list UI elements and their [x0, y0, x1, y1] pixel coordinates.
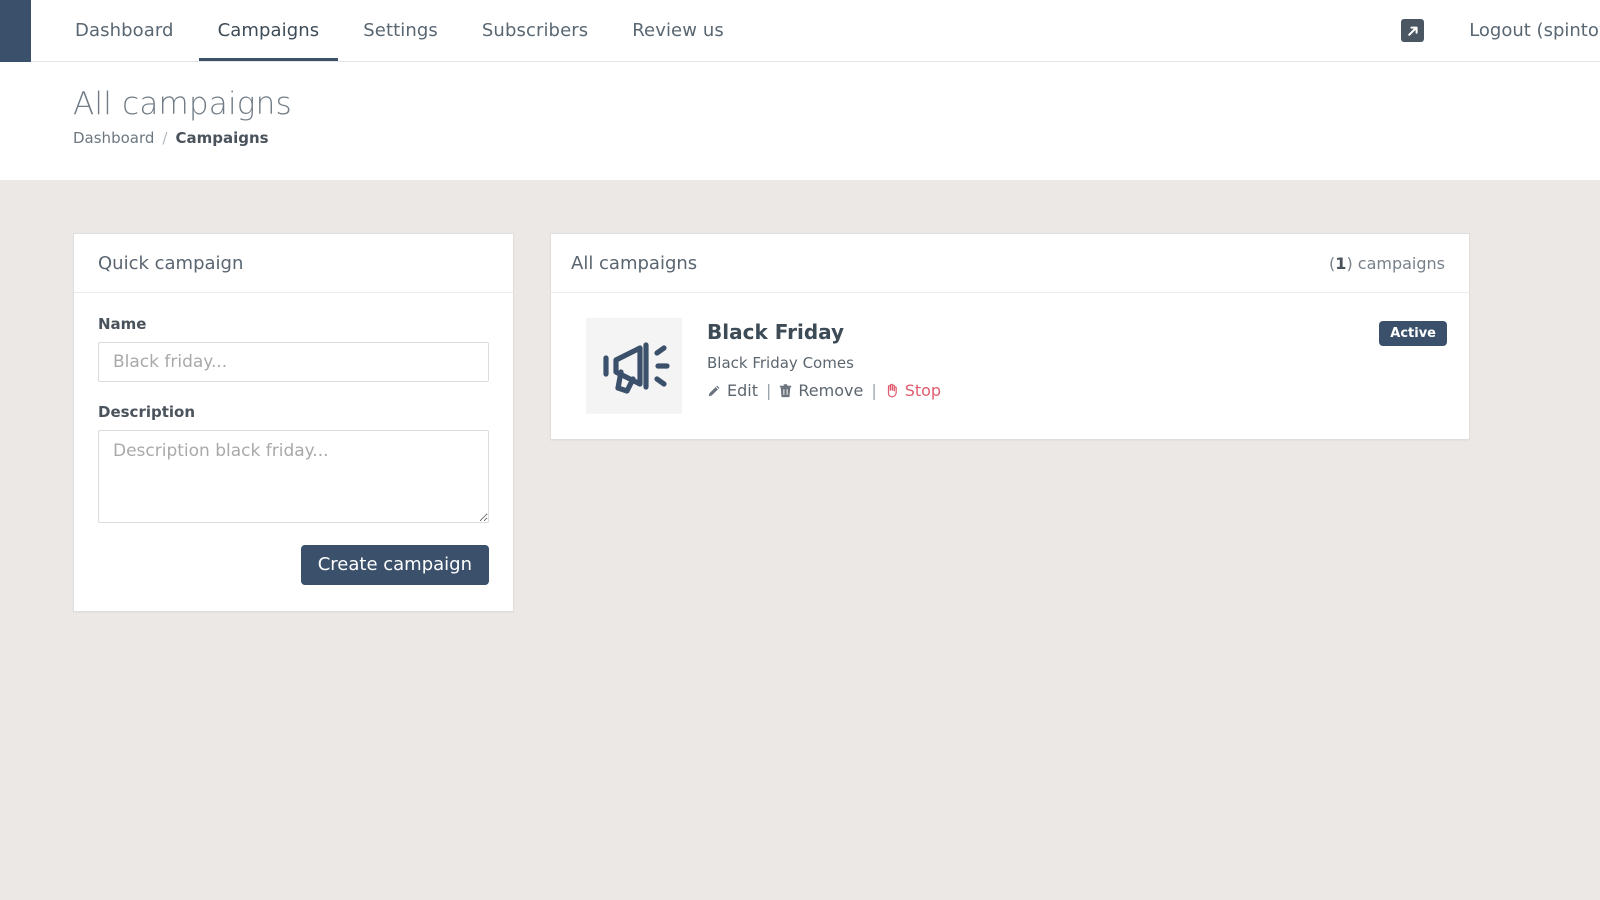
nav-tab-campaigns[interactable]: Campaigns — [196, 0, 342, 61]
page-header: All campaigns Dashboard / Campaigns — [0, 62, 1600, 180]
brand-logo-block — [0, 0, 31, 62]
megaphone-icon — [586, 318, 682, 414]
top-navigation-bar: Dashboard Campaigns Settings Subscribers… — [0, 0, 1600, 62]
campaign-list-item[interactable]: Black Friday Black Friday Comes Edit | R… — [551, 293, 1469, 439]
nav-tab-label: Settings — [363, 20, 438, 41]
nav-tab-settings[interactable]: Settings — [341, 0, 460, 61]
nav-tab-label: Subscribers — [481, 20, 589, 41]
name-field-label: Name — [98, 315, 147, 333]
campaign-count-label: (1) campaigns — [1329, 254, 1445, 273]
remove-campaign-link[interactable]: Remove — [779, 381, 863, 400]
breadcrumb-separator: / — [162, 129, 168, 147]
stop-campaign-link[interactable]: Stop — [885, 381, 941, 400]
external-link-icon[interactable] — [1401, 19, 1425, 42]
all-campaigns-card-header: All campaigns (1) campaigns — [551, 234, 1469, 293]
campaign-count-suffix: ) campaigns — [1346, 254, 1445, 273]
campaign-info: Black Friday Black Friday Comes Edit | R… — [707, 318, 1354, 400]
breadcrumb-item-dashboard[interactable]: Dashboard — [73, 129, 154, 147]
page-title: All campaigns — [73, 86, 292, 122]
stop-campaign-label: Stop — [904, 381, 942, 400]
quick-campaign-title: Quick campaign — [98, 253, 244, 274]
quick-campaign-card-header: Quick campaign — [74, 234, 513, 293]
edit-campaign-link[interactable]: Edit — [707, 381, 758, 400]
main-content-area: Quick campaign Name Description Create c… — [0, 180, 1600, 900]
nav-tab-review-us[interactable]: Review us — [610, 0, 746, 61]
campaign-name: Black Friday — [707, 320, 845, 344]
breadcrumb: Dashboard / Campaigns — [73, 129, 1600, 147]
campaign-name-input[interactable] — [98, 342, 489, 382]
nav-tab-dashboard[interactable]: Dashboard — [53, 0, 196, 61]
all-campaigns-card: All campaigns (1) campaigns Black Friday… — [550, 233, 1470, 440]
remove-campaign-label: Remove — [798, 381, 864, 400]
status-badge: Active — [1379, 321, 1447, 346]
nav-tab-label: Campaigns — [217, 20, 320, 41]
hand-stop-icon — [887, 383, 897, 398]
trash-icon — [780, 383, 792, 397]
description-field-label: Description — [98, 403, 196, 421]
breadcrumb-item-campaigns: Campaigns — [175, 129, 269, 147]
quick-campaign-form: Name Description Create campaign — [74, 293, 513, 611]
create-campaign-button[interactable]: Create campaign — [300, 545, 489, 585]
action-separator: | — [765, 381, 772, 400]
nav-tab-label: Review us — [632, 20, 724, 41]
campaign-actions: Edit | Remove | Stop — [707, 381, 1354, 400]
action-separator: | — [871, 381, 877, 400]
form-button-row: Create campaign — [98, 545, 489, 585]
campaign-description-textarea[interactable] — [98, 430, 489, 523]
pencil-icon — [708, 385, 720, 396]
nav-tab-subscribers[interactable]: Subscribers — [460, 0, 610, 61]
campaign-description: Black Friday Comes — [707, 354, 854, 372]
topbar-right-group: Logout (spintowin — [1401, 0, 1600, 61]
nav-tab-label: Dashboard — [75, 20, 174, 41]
quick-campaign-card: Quick campaign Name Description Create c… — [73, 233, 514, 612]
logout-link[interactable]: Logout (spintowin — [1469, 20, 1600, 41]
main-nav-tabs: Dashboard Campaigns Settings Subscribers… — [53, 0, 746, 61]
all-campaigns-title: All campaigns — [571, 253, 698, 274]
campaign-count-value: 1 — [1335, 254, 1347, 273]
edit-campaign-label: Edit — [727, 381, 758, 400]
